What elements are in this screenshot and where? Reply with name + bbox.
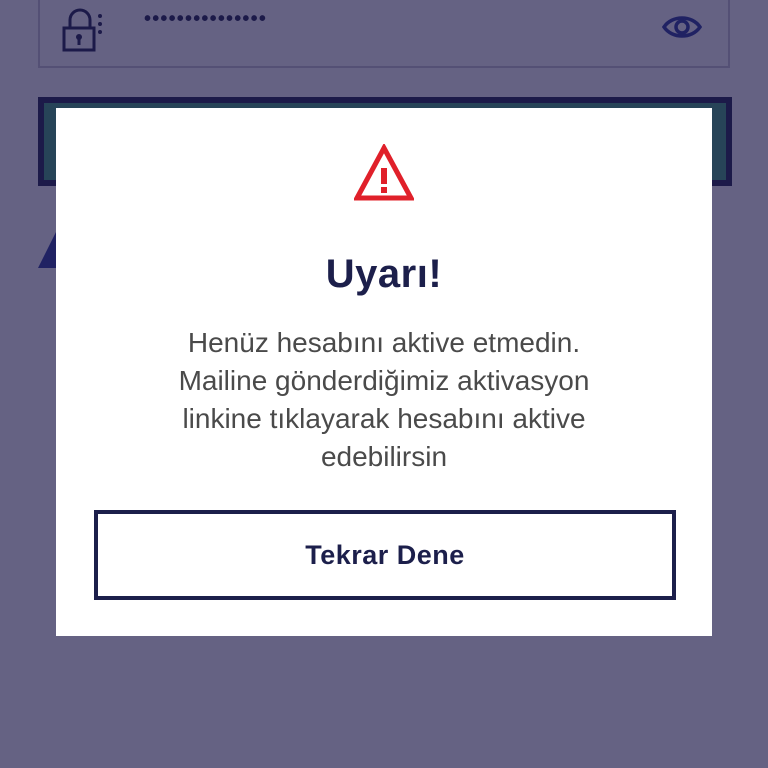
- dialog-title: Uyarı!: [325, 252, 443, 296]
- retry-button[interactable]: Tekrar Dene: [94, 510, 676, 600]
- message-line: edebilirsin: [320, 441, 448, 472]
- message-line: Mailine gönderdiğimiz aktivasyon: [178, 365, 590, 396]
- warning-triangle-icon: [354, 144, 414, 201]
- message-line: Henüz hesabını aktive etmedin.: [187, 327, 581, 358]
- message-line: linkine tıklayarak hesabını aktive: [182, 403, 586, 434]
- warning-dialog: Uyarı! Henüz hesabını aktive etmedin. Ma…: [56, 108, 712, 636]
- dialog-message: Henüz hesabını aktive etmedin. Mailine g…: [116, 324, 652, 476]
